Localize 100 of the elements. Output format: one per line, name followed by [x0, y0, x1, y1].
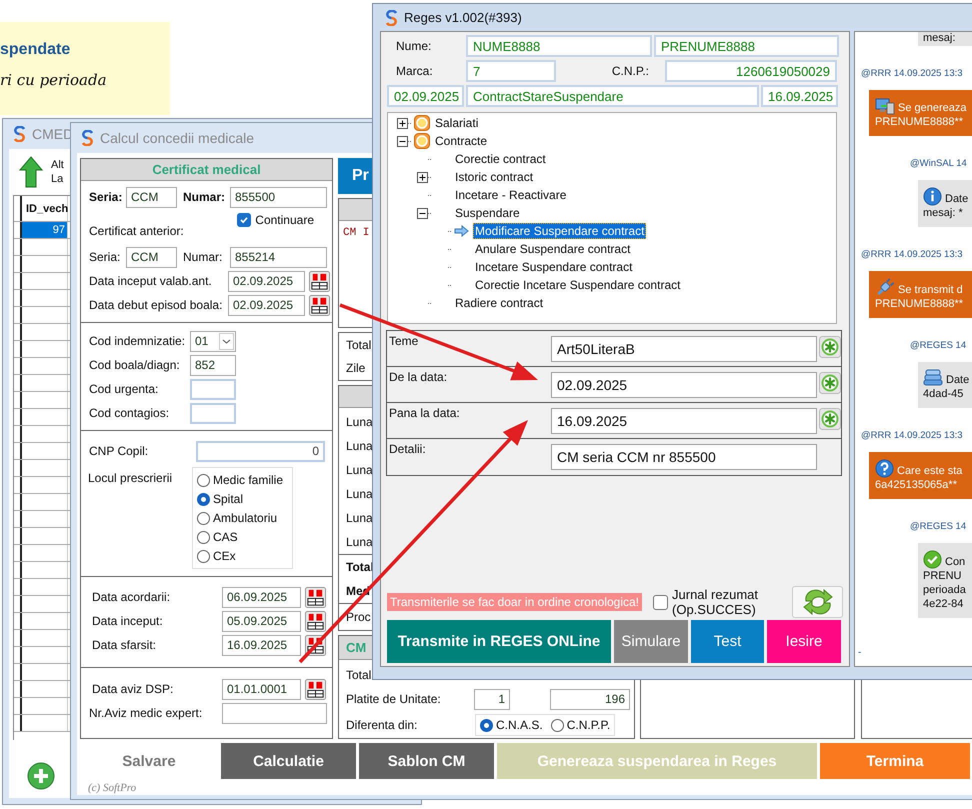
stack-icon [923, 369, 943, 387]
field-label: Seria: [89, 250, 122, 264]
message-text: Se transmit d [898, 283, 963, 297]
action-button[interactable]: Test [691, 620, 764, 663]
input-field[interactable]: 01.01.0001 [222, 678, 301, 700]
minus-icon[interactable] [396, 136, 408, 146]
refresh-icon[interactable] [802, 588, 834, 616]
tree-item[interactable]: Contracte [433, 133, 490, 149]
message-text: Care este sta [897, 464, 962, 478]
tree-item[interactable]: Suspendare [453, 205, 522, 221]
input-field[interactable] [222, 702, 327, 724]
action-button[interactable]: Sablon CM [359, 743, 494, 779]
tree-item[interactable]: Salariati [433, 115, 480, 131]
input-field[interactable] [190, 402, 236, 424]
input-field[interactable]: 16.09.2025 [761, 85, 838, 107]
field-label: Locul prescrierii [88, 471, 174, 487]
up-arrow-icon[interactable] [19, 156, 43, 188]
message-text: PRENU [923, 569, 962, 583]
input-field[interactable]: NUME8888 [466, 35, 652, 57]
input-field[interactable]: 855214 [230, 246, 327, 268]
logo-icon [81, 130, 94, 146]
tree-item[interactable]: Incetare Suspendare contract [473, 259, 634, 275]
checkmark-icon [239, 215, 250, 225]
input-field[interactable]: 7 [466, 60, 556, 82]
input-field[interactable]: ContractStareSuspendare [466, 85, 759, 107]
table-cell[interactable]: 97 [22, 222, 68, 238]
input-field[interactable]: Art50LiteraB [551, 336, 817, 362]
tree-item[interactable]: Anulare Suspendare contract [473, 241, 632, 257]
input-field[interactable]: 16.09.2025 [222, 634, 301, 656]
window-title: Reges v1.002(#393) [404, 10, 522, 25]
calendar-icon[interactable] [305, 678, 326, 700]
plus-icon[interactable] [416, 172, 428, 182]
message-header: @RRR 14.09.2025 13:3 [861, 248, 964, 262]
action-button[interactable]: Simulare [614, 620, 688, 663]
row-label: Luna [346, 535, 373, 549]
radio-option[interactable]: C.N.A.S. [480, 717, 543, 733]
radio-option[interactable]: CEx [197, 548, 292, 564]
field-label: Data aviz DSP: [91, 682, 174, 696]
input-field[interactable]: 02.09.2025 [228, 270, 305, 292]
calendar-icon[interactable] [305, 610, 326, 632]
input-field[interactable]: 1260619050029 [665, 60, 837, 82]
calendar-icon[interactable] [309, 270, 330, 292]
plus-icon[interactable] [396, 118, 408, 128]
asterisk-icon[interactable] [819, 408, 841, 430]
action-button[interactable]: Transmite in REGES ONLine [387, 620, 611, 663]
tree-item[interactable]: Incetare - Reactivare [453, 187, 568, 203]
input-field[interactable]: 02.09.2025 [387, 85, 464, 107]
input-field[interactable]: 16.09.2025 [551, 408, 817, 434]
tree-item[interactable]: Istoric contract [453, 169, 536, 185]
field-label: Nume: [395, 39, 432, 53]
continuation-checkbox[interactable]: Continuare [237, 213, 314, 227]
tree-item[interactable]: Radiere contract [453, 295, 546, 311]
radio-option[interactable]: Medic familie [197, 472, 292, 488]
radio-option[interactable]: C.N.P.P. [550, 717, 610, 733]
input-field[interactable]: 06.09.2025 [222, 586, 301, 608]
action-button[interactable]: Pr [338, 158, 372, 194]
radio-option[interactable]: Ambulatoriu [197, 510, 292, 526]
radio-option[interactable]: Spital [197, 491, 292, 507]
asterisk-icon[interactable] [819, 336, 841, 358]
message-header: @REGES 14 [910, 339, 968, 353]
plug-icon [875, 278, 895, 297]
message-text: Date [945, 192, 968, 206]
message-header: @RRR 14.09.2025 13:3 [861, 67, 964, 81]
toolbar-text: Alt [51, 158, 64, 172]
input-field[interactable]: 852 [190, 354, 236, 376]
action-button[interactable]: Salvare [80, 743, 218, 779]
column-header[interactable]: ID_vech [22, 196, 68, 221]
row-label: Total [346, 668, 372, 682]
field-label: Teme [388, 334, 418, 348]
action-button[interactable]: Calculatie [221, 743, 356, 779]
input-field[interactable] [190, 378, 236, 400]
input-field[interactable]: CCM [126, 186, 177, 208]
input-field[interactable]: CM seria CCM nr 855500 [551, 444, 817, 470]
tree-item[interactable]: Corectie Incetare Suspendare contract [473, 277, 682, 293]
action-button[interactable]: Iesire [767, 620, 841, 663]
calendar-icon[interactable] [309, 294, 330, 316]
message-text: mesaj: [923, 32, 956, 44]
input-field[interactable]: CCM [126, 246, 177, 268]
radio-option[interactable]: CAS [197, 529, 292, 545]
input-field[interactable]: 02.09.2025 [228, 294, 305, 316]
field-label: Data debut episod boala: [89, 298, 224, 312]
input-field[interactable]: PRENUME8888 [654, 35, 839, 57]
more-link[interactable]: - [855, 647, 862, 658]
minus-icon[interactable] [416, 208, 428, 218]
asterisk-icon[interactable] [819, 372, 841, 394]
dropdown[interactable]: 01 [190, 330, 236, 352]
tree-item[interactable]: Corectie contract [453, 151, 548, 167]
field-label: Seria: [89, 190, 122, 204]
circle-icon [414, 115, 430, 131]
input-field[interactable]: 196 [550, 688, 630, 710]
calendar-icon[interactable] [305, 586, 326, 608]
tree-item[interactable]: Modificare Suspendare contract [473, 223, 646, 239]
input-field[interactable]: 02.09.2025 [551, 372, 817, 398]
input-field[interactable]: 0 [196, 440, 325, 462]
input-field[interactable]: 05.09.2025 [222, 610, 301, 632]
add-icon[interactable] [27, 762, 55, 790]
input-field[interactable]: 855500 [230, 186, 327, 208]
journal-checkbox[interactable]: Jurnal rezumat (Op.SUCCES) [653, 587, 772, 617]
input-field[interactable]: 1 [474, 688, 510, 710]
message-text: mesaj: * [923, 206, 963, 220]
